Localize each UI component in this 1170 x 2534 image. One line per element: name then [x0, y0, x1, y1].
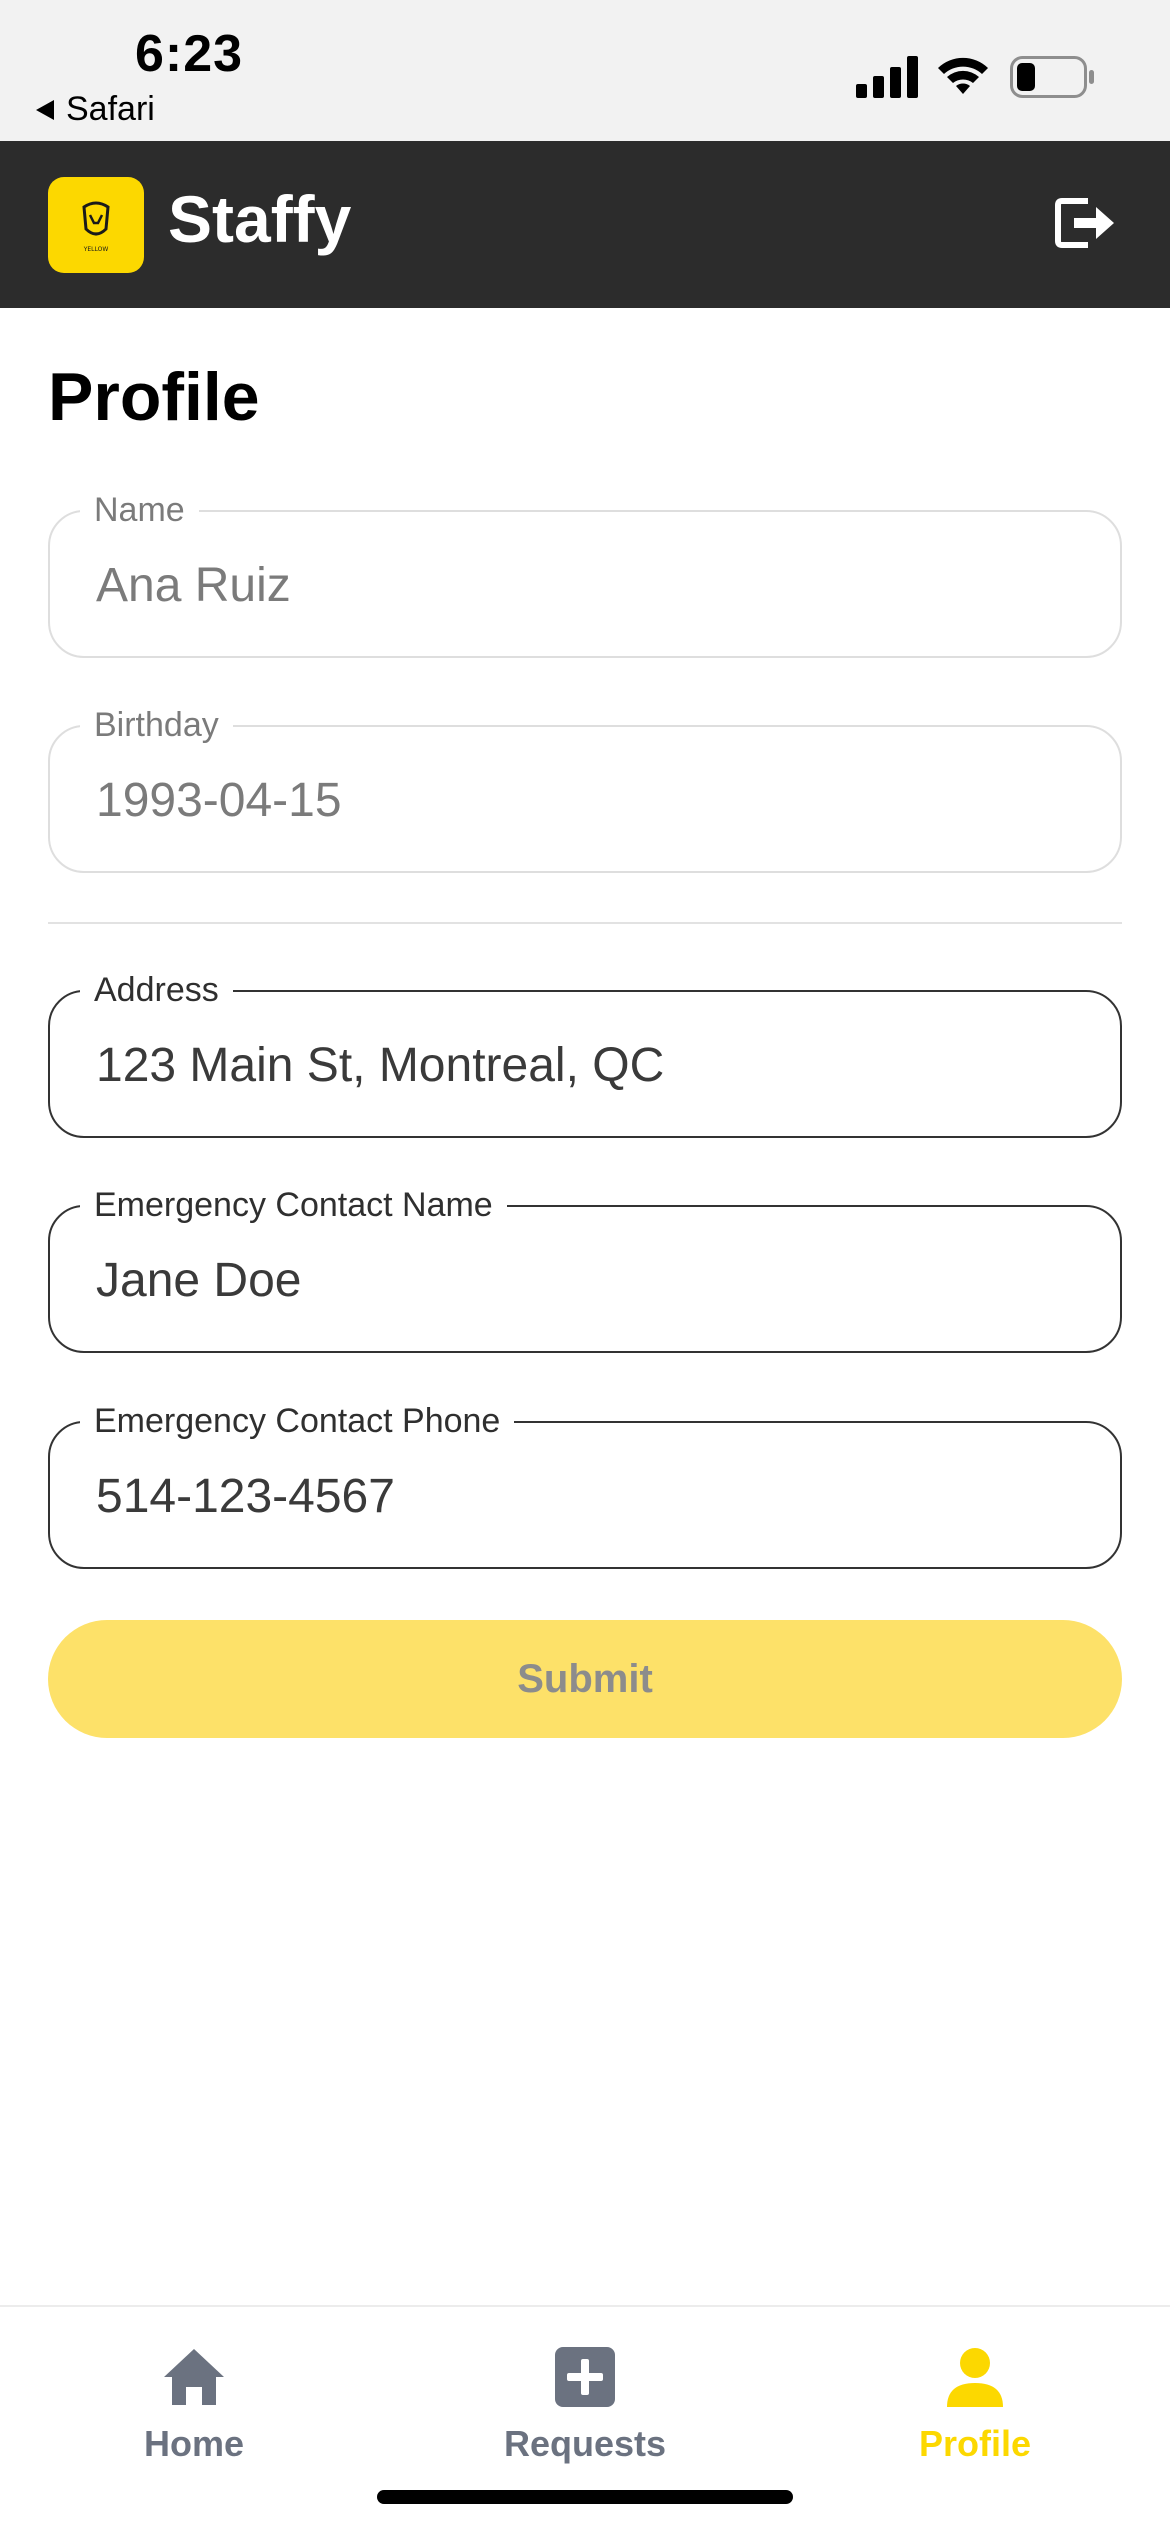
name-field-value: Ana Ruiz: [96, 559, 291, 612]
back-to-safari-link[interactable]: Safari: [36, 90, 155, 129]
cellular-signal-icon: [856, 56, 918, 98]
status-bar: 6:23 Safari: [0, 0, 1170, 141]
address-field[interactable]: Address 123 Main St, Montreal, QC: [48, 968, 1122, 1138]
tab-requests-label: Requests: [503, 2423, 667, 2464]
name-field-label: Name: [80, 488, 199, 532]
user-icon: [947, 2348, 1003, 2407]
app-title: Staffy: [168, 182, 352, 256]
battery-icon: [1010, 56, 1094, 98]
section-divider: [48, 922, 1122, 924]
home-icon: [164, 2349, 224, 2405]
page-title: Profile: [48, 359, 260, 435]
wifi-icon: [938, 57, 988, 94]
birthday-field-label: Birthday: [80, 703, 233, 747]
status-time: 6:23: [135, 25, 244, 83]
emergency-contact-phone-field[interactable]: Emergency Contact Phone 514-123-4567: [48, 1399, 1122, 1569]
logout-icon[interactable]: [1052, 191, 1116, 255]
tab-profile[interactable]: Profile: [845, 2347, 1105, 2487]
emergency-contact-name-value[interactable]: Jane Doe: [96, 1253, 301, 1309]
tab-profile-label: Profile: [918, 2423, 1032, 2464]
tab-home[interactable]: Home: [64, 2347, 324, 2487]
back-label: Safari: [66, 90, 155, 128]
emergency-contact-phone-value[interactable]: 514-123-4567: [96, 1469, 395, 1525]
emergency-contact-name-field[interactable]: Emergency Contact Name Jane Doe: [48, 1183, 1122, 1353]
emergency-contact-name-label: Emergency Contact Name: [80, 1183, 507, 1227]
app-logo: YELLOW: [48, 177, 144, 273]
name-field: Name Ana Ruiz: [48, 488, 1122, 658]
birthday-field-value: 1993-04-15: [96, 774, 342, 827]
address-field-label: Address: [80, 968, 233, 1012]
tab-requests[interactable]: Requests: [455, 2347, 715, 2487]
submit-button[interactable]: Submit: [48, 1620, 1122, 1738]
home-indicator[interactable]: [377, 2490, 793, 2504]
emergency-contact-phone-label: Emergency Contact Phone: [80, 1399, 515, 1443]
app-header: YELLOW Staffy: [0, 141, 1170, 308]
birthday-field: Birthday 1993-04-15: [48, 703, 1122, 873]
back-arrow-icon: [36, 99, 54, 120]
tab-home-label: Home: [143, 2423, 245, 2464]
address-field-value[interactable]: 123 Main St, Montreal, QC: [96, 1038, 664, 1094]
plus-square-icon: [555, 2347, 615, 2407]
lion-logo-icon: YELLOW: [82, 201, 110, 253]
logo-text: YELLOW: [83, 246, 109, 253]
